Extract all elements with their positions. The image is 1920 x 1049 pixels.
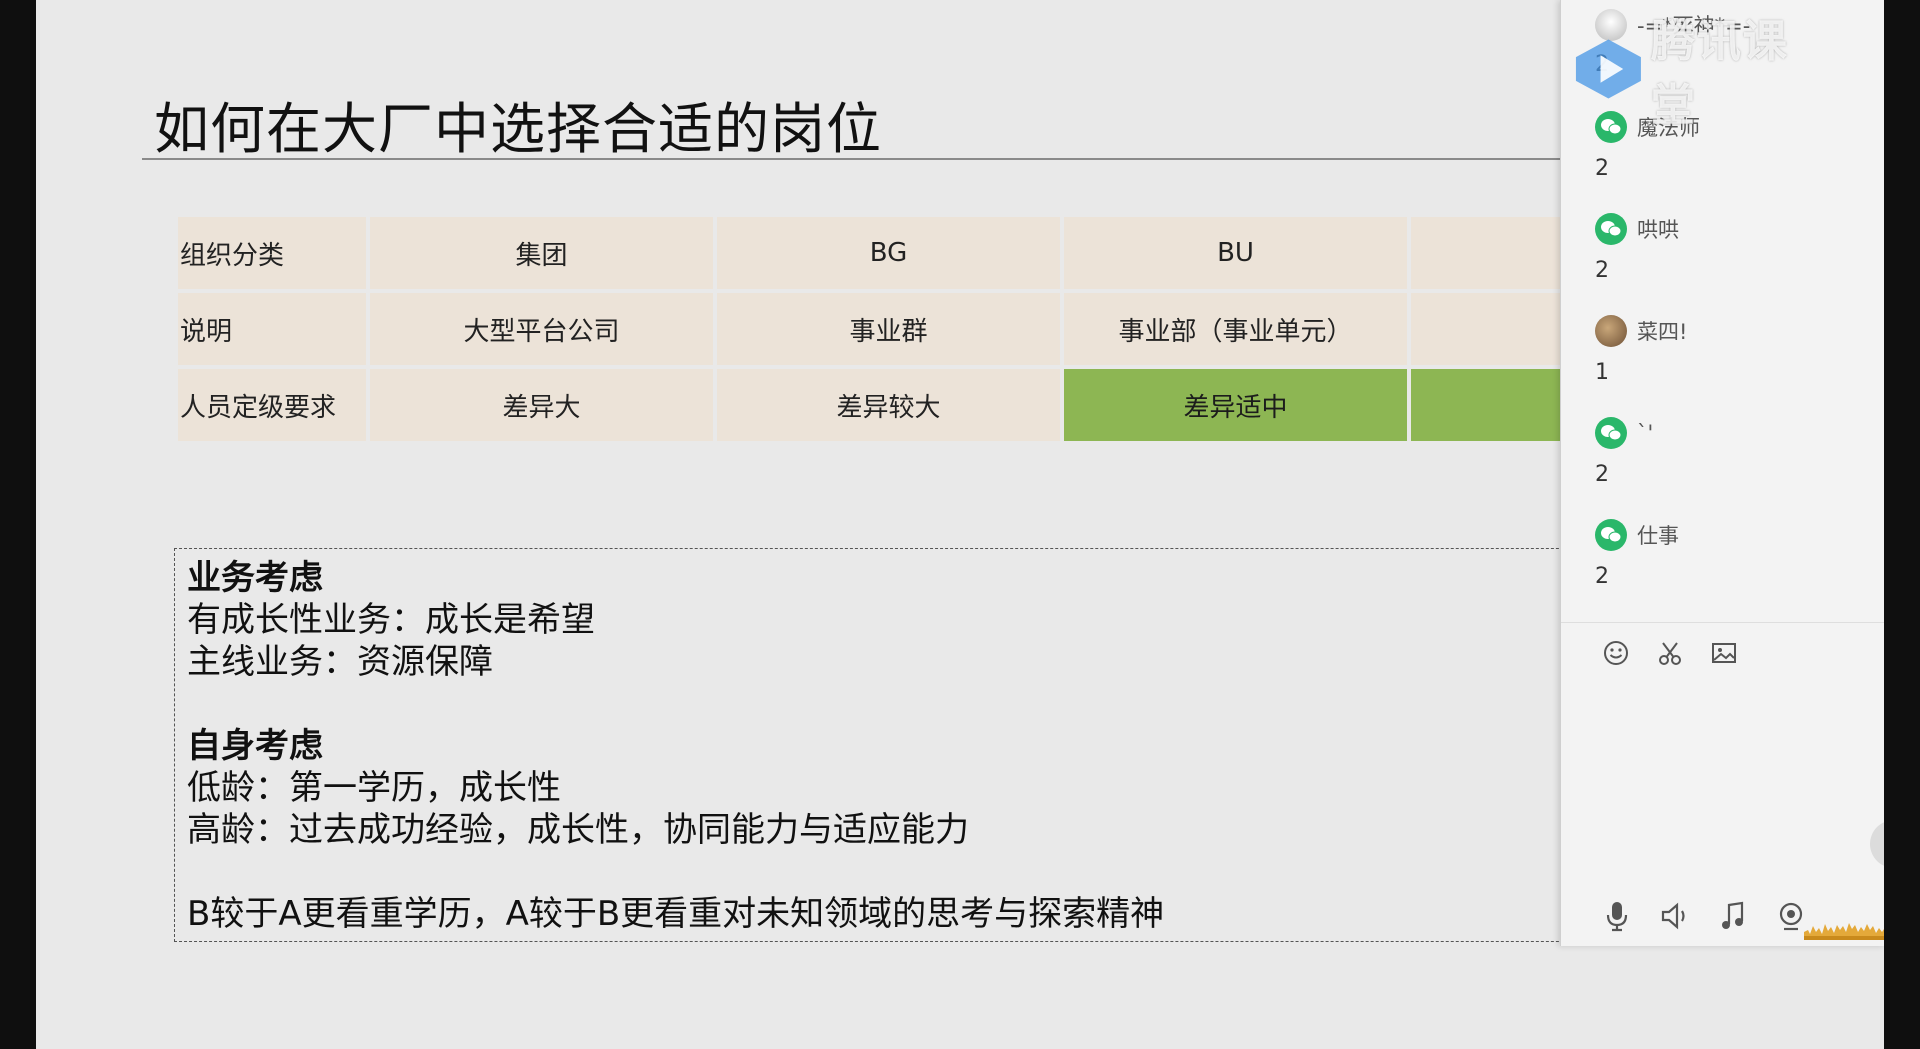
- wechat-avatar-icon[interactable]: [1595, 519, 1627, 551]
- self-header: 自身考虑: [187, 726, 323, 766]
- music-icon[interactable]: [1715, 898, 1751, 934]
- chat-sender: `': [1595, 416, 1653, 450]
- self-line: 高龄：过去成功经验，成长性，协同能力与适应能力: [187, 810, 969, 850]
- table-cell: 事业群: [717, 293, 1060, 365]
- table-cell: BU: [1064, 217, 1407, 289]
- chat-message: 哄哄 2: [1595, 212, 1679, 288]
- microphone-icon[interactable]: [1599, 898, 1635, 934]
- username: 仕事: [1637, 524, 1679, 548]
- message-text: 2: [1595, 156, 1609, 181]
- org-classification-table: 组织分类 集团 BG BU 说明 大型平台公司 事业群 事业部（事业单元） 部 …: [174, 213, 1758, 445]
- message-text: 1: [1595, 360, 1609, 385]
- table-cell: 事业部（事业单元）: [1064, 293, 1407, 365]
- table-cell: BG: [717, 217, 1060, 289]
- row-header: 组织分类: [178, 217, 366, 289]
- slide-title: 如何在大厂中选择合适的岗位: [154, 97, 883, 161]
- audio-level-meter: [1804, 896, 1884, 940]
- avatar[interactable]: [1595, 315, 1627, 347]
- business-header: 业务考虑: [187, 558, 323, 598]
- image-icon[interactable]: [1707, 636, 1741, 670]
- avatar[interactable]: [1595, 9, 1627, 41]
- chat-message: 魔法师 2: [1595, 110, 1700, 186]
- table-row: 组织分类 集团 BG BU: [178, 217, 1754, 289]
- title-underline: [142, 158, 1602, 160]
- self-line: 低龄：第一学历，成长性: [187, 768, 561, 808]
- chat-sender: 仕事: [1595, 518, 1679, 552]
- speaker-icon[interactable]: [1657, 898, 1693, 934]
- left-black-edge: [0, 0, 36, 1049]
- username: 魔法师: [1637, 116, 1700, 140]
- chat-sender: 哄哄: [1595, 212, 1679, 246]
- row-header: 人员定级要求: [178, 369, 366, 441]
- table-cell: 集团: [370, 217, 713, 289]
- chat-message: `' 2: [1595, 416, 1653, 492]
- chat-divider: [1561, 622, 1885, 623]
- chat-sender: 魔法师: [1595, 110, 1700, 144]
- username: -=*死神*=-: [1637, 14, 1751, 38]
- emoji-icon[interactable]: [1599, 636, 1633, 670]
- business-line: 主线业务：资源保障: [187, 642, 493, 682]
- chat-message: -=*死神*=- 2: [1595, 8, 1750, 82]
- scissors-icon[interactable]: [1653, 636, 1687, 670]
- table-cell: 大型平台公司: [370, 293, 713, 365]
- username: `': [1637, 421, 1654, 445]
- table-row: 人员定级要求 差异大 差异较大 差异适中 差: [178, 369, 1754, 441]
- chat-sender: 菜四!: [1595, 314, 1687, 348]
- table-row: 说明 大型平台公司 事业群 事业部（事业单元） 部: [178, 293, 1754, 365]
- message-text: 2: [1595, 258, 1609, 283]
- table-cell: 差异较大: [717, 369, 1060, 441]
- wechat-avatar-icon[interactable]: [1595, 213, 1627, 245]
- row-header: 说明: [178, 293, 366, 365]
- table-cell-highlighted: 差异适中: [1064, 369, 1407, 441]
- wechat-avatar-icon[interactable]: [1595, 417, 1627, 449]
- business-line: 有成长性业务：成长是希望: [187, 600, 595, 640]
- username: 菜四!: [1637, 320, 1688, 344]
- chat-sender: -=*死神*=-: [1595, 8, 1750, 42]
- wechat-avatar-icon[interactable]: [1595, 111, 1627, 143]
- message-text: 2: [1595, 462, 1609, 487]
- notes-box: 业务考虑 有成长性业务：成长是希望 主线业务：资源保障 自身考虑 低龄：第一学历…: [174, 548, 1634, 942]
- right-black-edge: [1884, 0, 1920, 1049]
- message-text: 2: [1595, 52, 1609, 77]
- chat-message: 仕事 2: [1595, 518, 1679, 594]
- table-cell: 差异大: [370, 369, 713, 441]
- chat-message: 菜四! 1: [1595, 314, 1687, 390]
- message-text: 2: [1595, 564, 1609, 589]
- username: 哄哄: [1637, 218, 1679, 242]
- chat-panel: -=*死神*=- 2 魔法师 2 哄哄 2 菜四! 1 `' 2 仕事 2: [1560, 0, 1885, 946]
- summary-line: B较于A更看重学历，A较于B更看重对未知领域的思考与探索精神: [187, 894, 1165, 934]
